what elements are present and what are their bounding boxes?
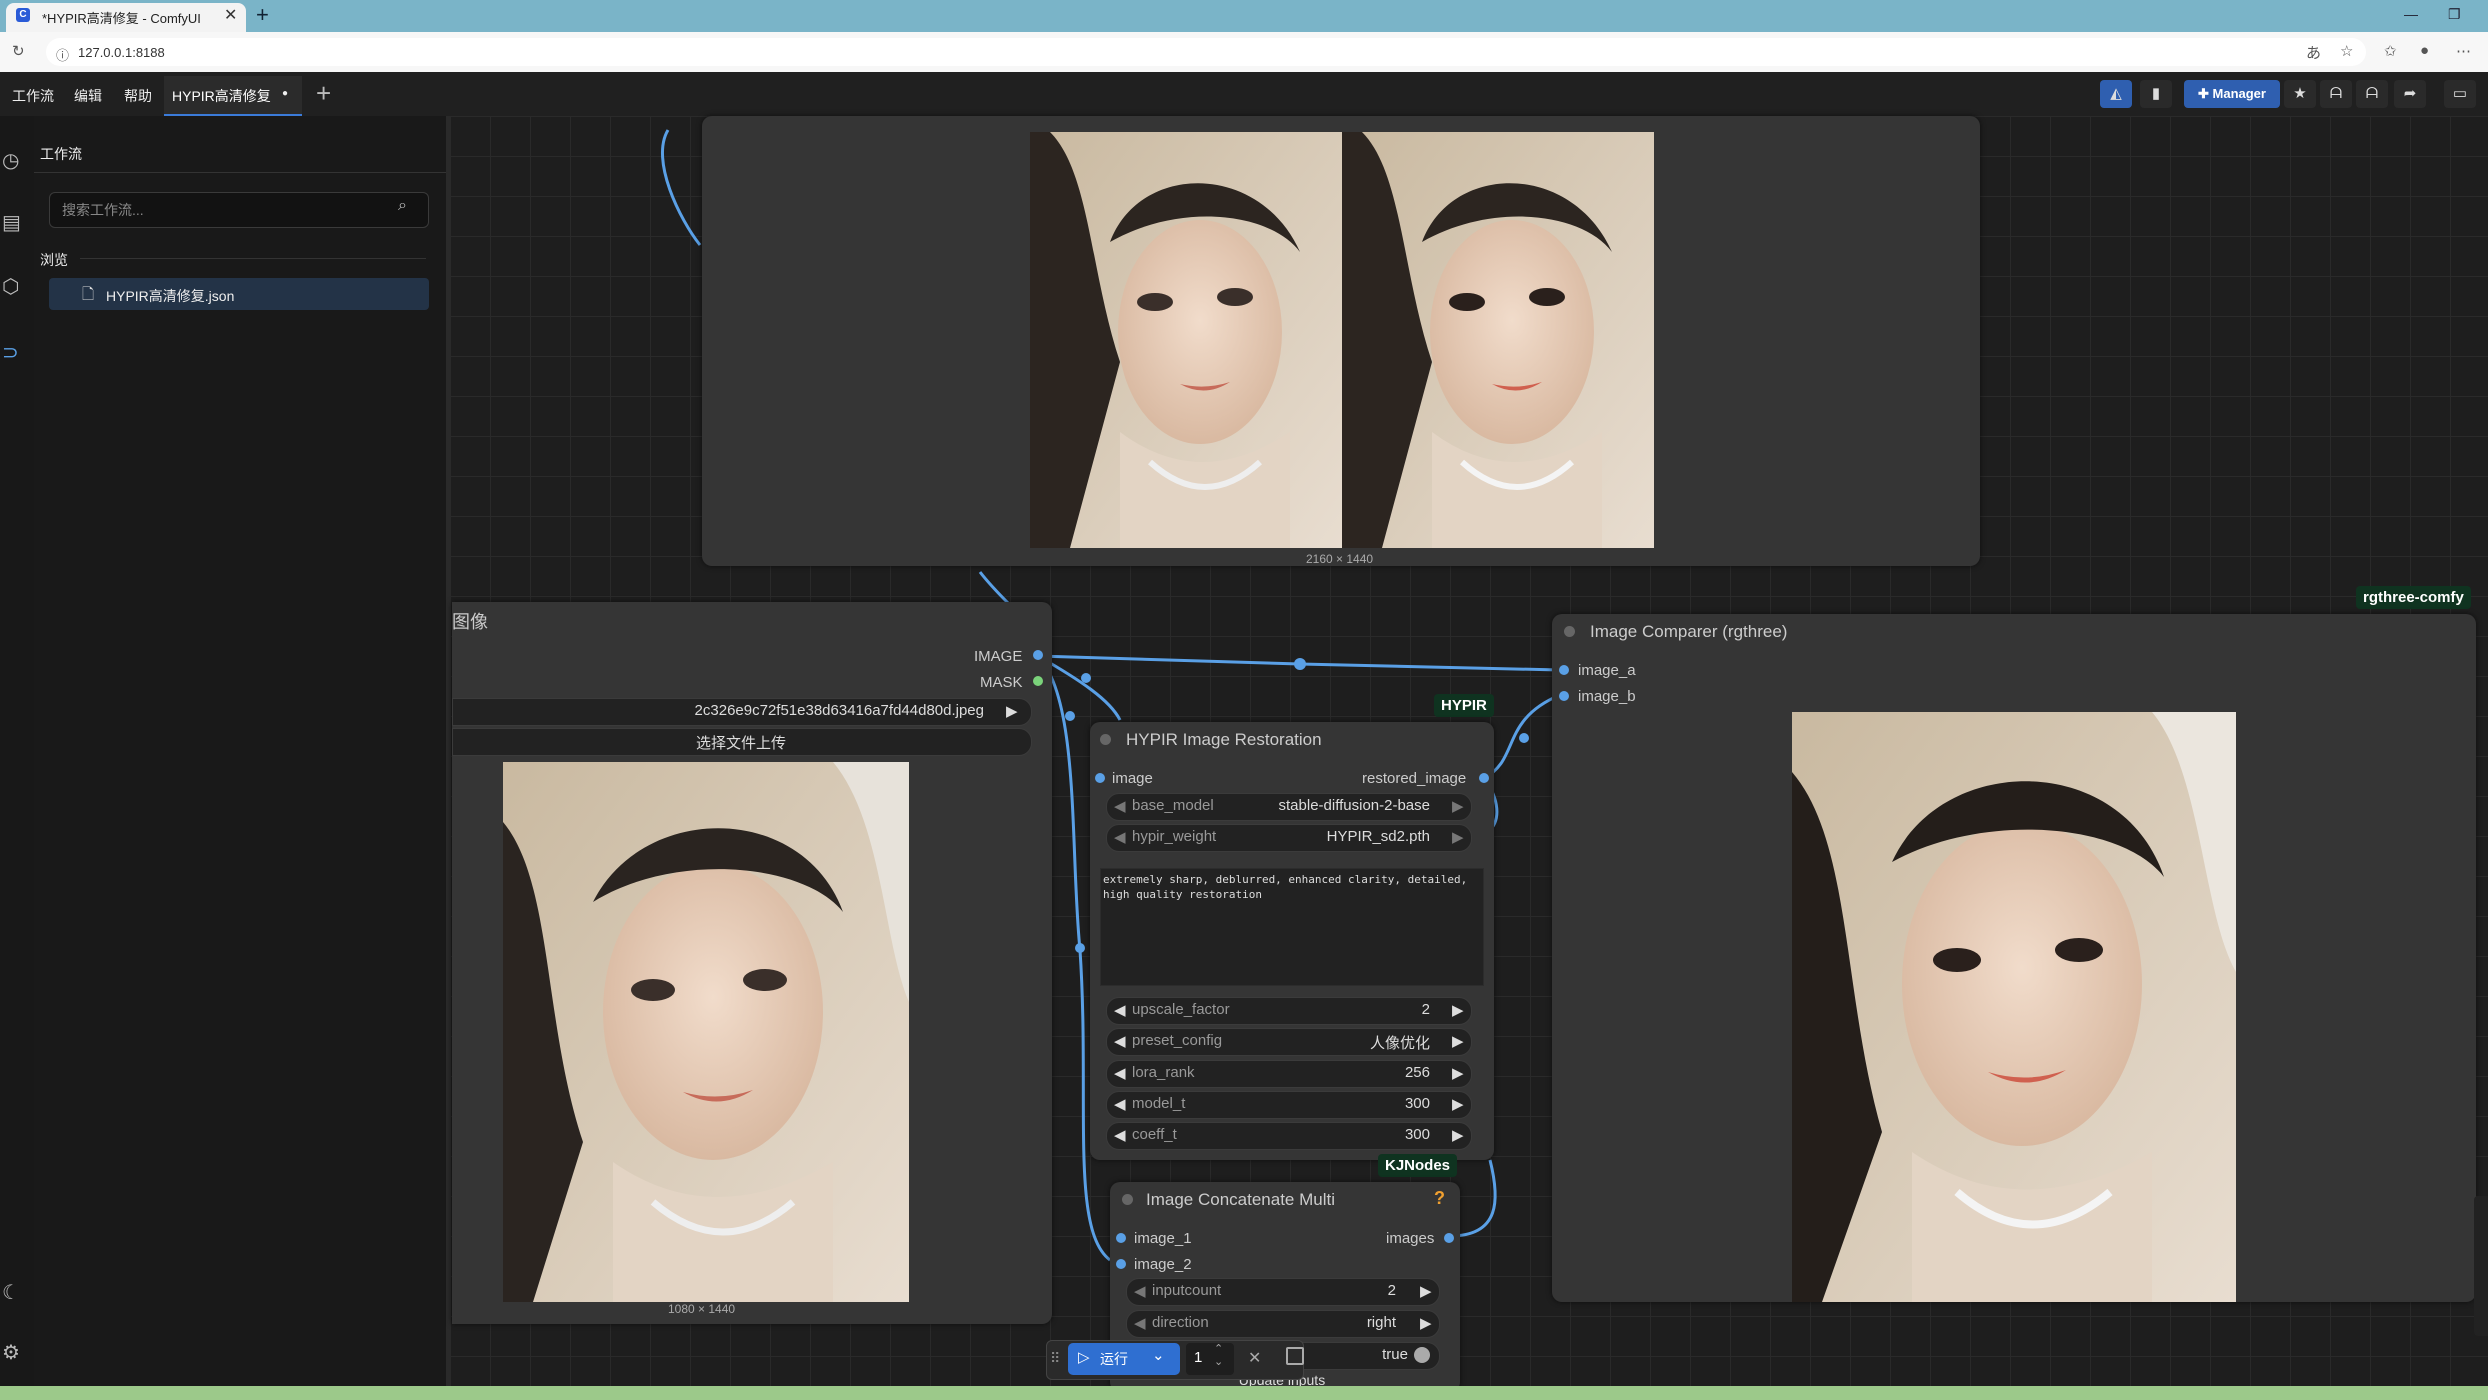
hypir-weight-label: hypir_weight xyxy=(1132,828,1217,845)
upload-label: 选择文件上传 xyxy=(695,735,786,752)
hypir-badge: HYPIR xyxy=(1434,694,1494,717)
hypir-weight-value: HYPIR_sd2.pth xyxy=(1326,828,1430,845)
base-model-value: stable-diffusion-2-base xyxy=(1278,797,1430,814)
compare-image[interactable] xyxy=(1792,712,2236,1302)
hypir-output-port[interactable] xyxy=(1479,773,1489,783)
reroute-dot xyxy=(1519,733,1529,743)
prev-arrow-icon[interactable]: ◀ xyxy=(1114,1032,1126,1050)
hypir-input-port[interactable] xyxy=(1095,773,1105,783)
portrait-pair-image xyxy=(1030,132,1654,548)
param-value: 2 xyxy=(1421,1001,1430,1018)
param-value: 256 xyxy=(1404,1064,1430,1081)
play-icon: ▷ xyxy=(1078,1349,1090,1366)
stop-icon[interactable] xyxy=(1286,1347,1304,1365)
concat-output-port[interactable] xyxy=(1444,1233,1454,1243)
next-arrow-icon[interactable]: ▶ xyxy=(1452,1001,1464,1019)
next-arrow-icon[interactable]: ▶ xyxy=(1452,1095,1464,1113)
compare-b-label: image_b xyxy=(1578,688,1636,705)
kjnodes-badge: KJNodes xyxy=(1378,1154,1458,1177)
inputcount-label: inputcount xyxy=(1152,1282,1222,1299)
concat-input1-port[interactable] xyxy=(1116,1233,1126,1243)
reroute-dot xyxy=(1294,658,1306,670)
collapse-dot-icon[interactable] xyxy=(1564,626,1575,637)
param-value: 人像优化 xyxy=(1369,1035,1430,1052)
loaded-image xyxy=(503,762,909,1302)
compare-a-label: image_a xyxy=(1578,662,1636,679)
inputcount-value: 2 xyxy=(1387,1282,1396,1299)
base-model-label: base_model xyxy=(1132,797,1214,814)
prompt-text: extremely sharp, deblurred, enhanced cla… xyxy=(1103,873,1468,901)
param-label: preset_config xyxy=(1132,1032,1223,1049)
direction-value: right xyxy=(1366,1314,1396,1331)
loaded-image-dimensions: 1080 × 1440 xyxy=(668,1302,736,1316)
next-arrow-icon[interactable]: ▶ xyxy=(1452,828,1464,846)
preview-dimensions: 2160 × 1440 xyxy=(1306,552,1374,566)
output-image-port[interactable] xyxy=(1033,650,1043,660)
drag-handle-icon[interactable]: ⠿ xyxy=(1050,1350,1060,1367)
param-label: model_t xyxy=(1132,1095,1186,1112)
compare-a-port[interactable] xyxy=(1559,665,1569,675)
next-arrow-icon[interactable]: ▶ xyxy=(1452,797,1464,815)
param-label: lora_rank xyxy=(1132,1064,1195,1081)
reroute-dot xyxy=(1081,673,1091,683)
param-label: upscale_factor xyxy=(1132,1001,1230,1018)
param-value: 300 xyxy=(1404,1095,1430,1112)
output-image-label: IMAGE xyxy=(974,648,1023,665)
next-arrow-icon[interactable]: ▶ xyxy=(1452,1064,1464,1082)
prev-arrow-icon[interactable]: ◀ xyxy=(1114,1064,1126,1082)
prev-arrow-icon[interactable]: ◀ xyxy=(1114,797,1126,815)
next-arrow-icon[interactable]: ▶ xyxy=(1420,1282,1432,1300)
output-mask-label: MASK xyxy=(980,674,1023,691)
next-arrow-icon[interactable]: ▶ xyxy=(1452,1032,1464,1050)
stepper-arrows-icon[interactable]: ⌃ ⌄ xyxy=(1214,1343,1223,1369)
prev-arrow-icon[interactable]: ◀ xyxy=(1114,1095,1126,1113)
run-label: 运行 xyxy=(1100,1351,1128,1367)
compare-b-port[interactable] xyxy=(1559,691,1569,701)
hypir-input-label: image xyxy=(1112,770,1153,787)
preview-image xyxy=(1030,132,1654,548)
reroute-dot xyxy=(1075,943,1085,953)
concat-input1-label: image_1 xyxy=(1134,1230,1192,1247)
image-filename: 2c326e9c72f51e38d63416a7fd44d80d.jpeg xyxy=(694,702,984,719)
param-label: coeff_t xyxy=(1132,1126,1177,1143)
prev-arrow-icon[interactable]: ◀ xyxy=(1114,1001,1126,1019)
concat-input2-label: image_2 xyxy=(1134,1256,1192,1273)
run-count-value: 1 xyxy=(1194,1349,1203,1366)
rgthree-badge: rgthree-comfy xyxy=(2356,586,2471,609)
run-dropdown-icon[interactable]: ⌄ xyxy=(1152,1346,1165,1364)
collapse-dot-icon[interactable] xyxy=(1122,1194,1133,1205)
help-icon[interactable]: ? xyxy=(1434,1188,1445,1209)
next-arrow-icon[interactable]: ▶ xyxy=(1452,1126,1464,1144)
concat-output-label: images xyxy=(1386,1230,1435,1247)
collapse-dot-icon[interactable] xyxy=(1100,734,1111,745)
cancel-icon[interactable]: ✕ xyxy=(1248,1348,1261,1368)
reroute-dot xyxy=(1065,711,1075,721)
toggle-knob[interactable] xyxy=(1414,1347,1430,1363)
link-preview xyxy=(978,571,1012,607)
prev-arrow-icon[interactable]: ◀ xyxy=(1114,828,1126,846)
hypir-output-label: restored_image xyxy=(1362,770,1467,787)
next-arrow-icon[interactable]: ▶ xyxy=(1006,702,1018,720)
prev-arrow-icon[interactable]: ◀ xyxy=(1134,1314,1146,1332)
prev-arrow-icon[interactable]: ◀ xyxy=(1134,1282,1146,1300)
direction-label: direction xyxy=(1152,1314,1209,1331)
canvas-zoom-controls[interactable] xyxy=(2474,1196,2488,1336)
restored-portrait-image xyxy=(1792,712,2236,1302)
output-mask-port[interactable] xyxy=(1033,676,1043,686)
link-top xyxy=(661,129,702,246)
concat-input2-port[interactable] xyxy=(1116,1259,1126,1269)
load-image-title: 图像 xyxy=(452,612,488,632)
comparer-title: Image Comparer (rgthree) xyxy=(1590,622,1788,641)
next-arrow-icon[interactable]: ▶ xyxy=(1420,1314,1432,1332)
portrait-image xyxy=(503,762,909,1302)
concat-title: Image Concatenate Multi xyxy=(1146,1190,1335,1209)
param-value: 300 xyxy=(1404,1126,1430,1143)
bottom-status-strip xyxy=(0,1386,2488,1400)
prev-arrow-icon[interactable]: ◀ xyxy=(1114,1126,1126,1144)
bool-value: true xyxy=(1382,1346,1408,1363)
hypir-title: HYPIR Image Restoration xyxy=(1126,730,1322,749)
